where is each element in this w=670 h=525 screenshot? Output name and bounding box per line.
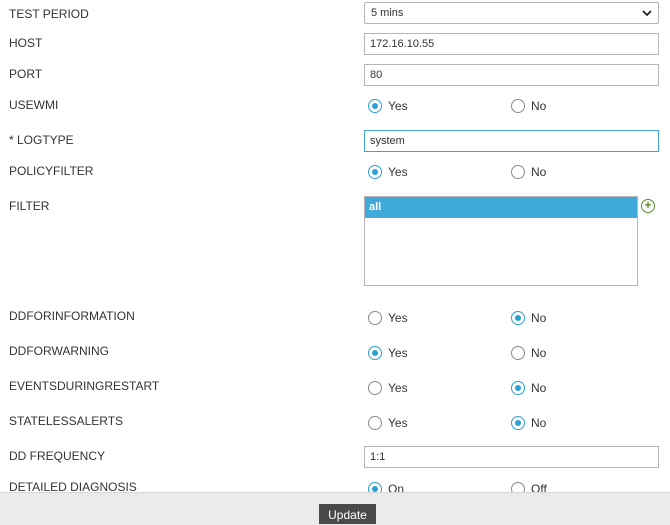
- eventsduringrestart-label: EVENTSDURINGRESTART: [9, 379, 160, 393]
- eventsduringrestart-no-label: No: [531, 381, 547, 395]
- ddforinformation-no-label: No: [531, 311, 547, 325]
- policyfilter-yes-radio[interactable]: Yes: [368, 164, 408, 180]
- radio-dot-icon: [368, 346, 382, 360]
- logtype-label: * LOGTYPE: [9, 133, 74, 147]
- form-footer: Update: [0, 492, 670, 525]
- ddforinformation-yes-label: Yes: [388, 311, 408, 325]
- logtype-input[interactable]: [364, 130, 659, 152]
- usewmi-no-label: No: [531, 99, 547, 113]
- port-input[interactable]: [364, 64, 659, 86]
- policyfilter-label: POLICYFILTER: [9, 164, 94, 178]
- test-period-label: TEST PERIOD: [9, 7, 89, 21]
- eventsduringrestart-yes-radio[interactable]: Yes: [368, 380, 408, 396]
- eventsduringrestart-no-radio[interactable]: No: [511, 380, 546, 396]
- policyfilter-yes-label: Yes: [388, 165, 408, 179]
- ddforinformation-no-radio[interactable]: No: [511, 310, 546, 326]
- ddforwarning-no-radio[interactable]: No: [511, 345, 546, 361]
- statelessalerts-no-radio[interactable]: No: [511, 415, 546, 431]
- usewmi-yes-radio[interactable]: Yes: [368, 98, 408, 114]
- radio-dot-icon: [368, 165, 382, 179]
- radio-dot-icon: [511, 346, 525, 360]
- radio-dot-icon: [511, 416, 525, 430]
- chevron-down-icon: [642, 10, 652, 17]
- host-label: HOST: [9, 36, 43, 50]
- radio-dot-icon: [368, 416, 382, 430]
- policyfilter-no-label: No: [531, 165, 547, 179]
- ddforwarning-yes-radio[interactable]: Yes: [368, 345, 408, 361]
- dd-frequency-label: DD FREQUENCY: [9, 449, 106, 463]
- test-period-select[interactable]: 5 mins: [364, 2, 659, 24]
- radio-dot-icon: [511, 311, 525, 325]
- ddforwarning-label: DDFORWARNING: [9, 344, 109, 358]
- ddforinformation-label: DDFORINFORMATION: [9, 309, 135, 323]
- test-period-value: 5 mins: [371, 7, 404, 19]
- plus-circle-icon[interactable]: +: [641, 199, 655, 213]
- statelessalerts-no-label: No: [531, 416, 547, 430]
- filter-label: FILTER: [9, 199, 50, 213]
- usewmi-label: USEWMI: [9, 98, 59, 112]
- radio-dot-icon: [511, 381, 525, 395]
- host-input[interactable]: [364, 33, 659, 55]
- ddforinformation-yes-radio[interactable]: Yes: [368, 310, 408, 326]
- filter-option[interactable]: all: [365, 197, 637, 218]
- radio-dot-icon: [368, 311, 382, 325]
- usewmi-yes-label: Yes: [388, 99, 408, 113]
- radio-dot-icon: [368, 99, 382, 113]
- filter-listbox[interactable]: all: [364, 196, 638, 286]
- statelessalerts-yes-radio[interactable]: Yes: [368, 415, 408, 431]
- statelessalerts-yes-label: Yes: [388, 416, 408, 430]
- port-label: PORT: [9, 67, 43, 81]
- radio-dot-icon: [511, 165, 525, 179]
- usewmi-no-radio[interactable]: No: [511, 98, 546, 114]
- policyfilter-no-radio[interactable]: No: [511, 164, 546, 180]
- radio-dot-icon: [368, 381, 382, 395]
- update-button[interactable]: Update: [319, 504, 376, 524]
- dd-frequency-input[interactable]: [364, 446, 659, 468]
- radio-dot-icon: [511, 99, 525, 113]
- ddforwarning-yes-label: Yes: [388, 346, 408, 360]
- statelessalerts-label: STATELESSALERTS: [9, 414, 124, 428]
- ddforwarning-no-label: No: [531, 346, 547, 360]
- eventsduringrestart-yes-label: Yes: [388, 381, 408, 395]
